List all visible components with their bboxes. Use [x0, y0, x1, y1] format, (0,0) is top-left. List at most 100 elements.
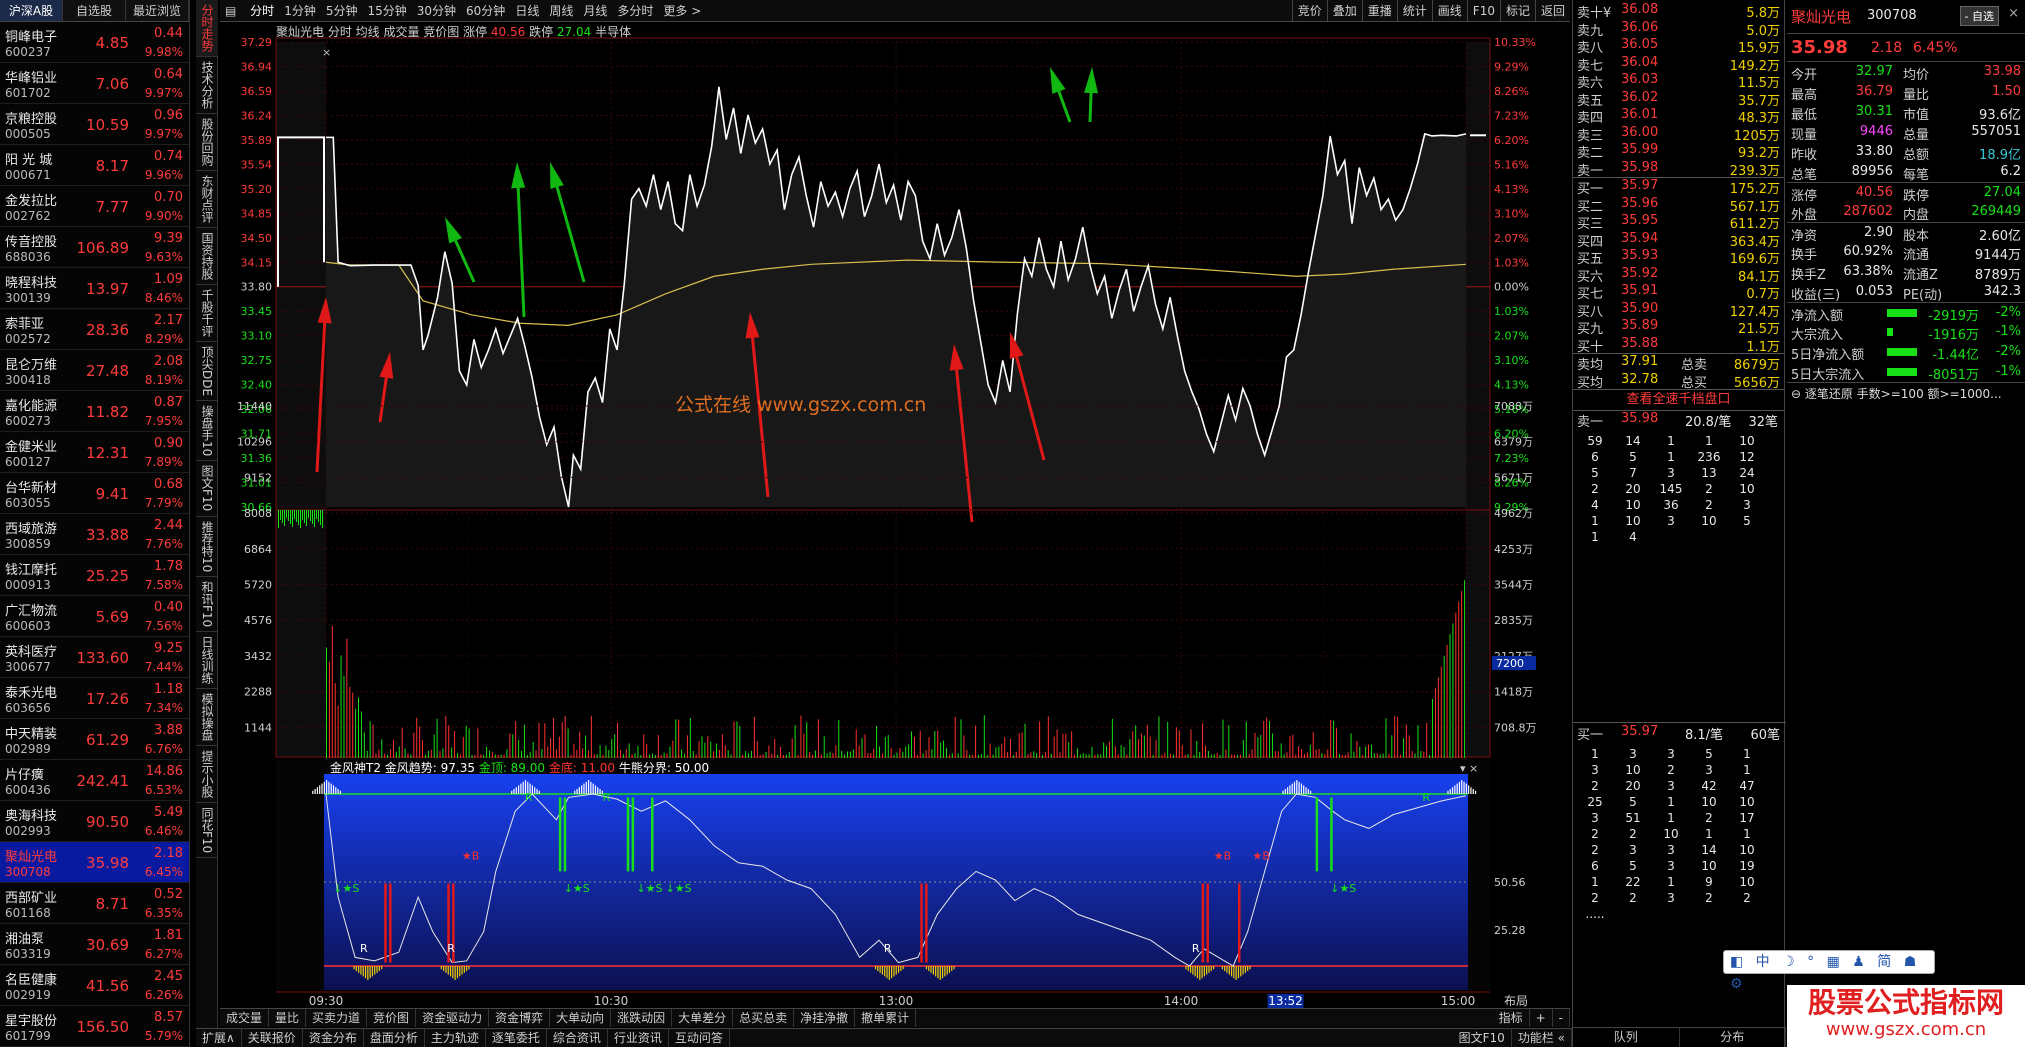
- full-depth-link[interactable]: 查看全速千档盘口: [1573, 390, 1784, 410]
- stock-row[interactable]: 钱江摩托 000913 25.25 1.78 7.58%: [0, 555, 189, 596]
- toolbar-button[interactable]: 叠加: [1326, 0, 1362, 22]
- subchart-tab[interactable]: 竞价图: [367, 1009, 417, 1027]
- vtab[interactable]: 日线训练: [196, 632, 218, 689]
- bid-level[interactable]: 买九 35.89 21.5万: [1573, 318, 1784, 337]
- stock-row[interactable]: 台华新材 603055 9.41 0.68 7.79%: [0, 473, 189, 514]
- vtab[interactable]: 国资持股: [196, 228, 218, 285]
- stock-row[interactable]: 晓程科技 300139 13.97 1.09 8.46%: [0, 268, 189, 309]
- stock-row[interactable]: 星宇股份 601799 156.50 8.57 5.79%: [0, 1006, 189, 1047]
- close-icon[interactable]: ×: [2008, 6, 2019, 21]
- footer-tab[interactable]: 盘面分析: [364, 1029, 425, 1047]
- vtab[interactable]: 推荐特10: [196, 517, 218, 577]
- bid-level[interactable]: 买三 35.95 611.2万: [1573, 213, 1784, 232]
- footer-right-tab[interactable]: 图文F10: [1453, 1029, 1512, 1047]
- ask-level[interactable]: 卖七 36.04 149.2万: [1573, 55, 1784, 74]
- subchart-tab[interactable]: 量比: [269, 1009, 307, 1027]
- subchart-tab[interactable]: 撤单累计: [855, 1009, 917, 1027]
- stock-row[interactable]: 片仔癀 600436 242.41 14.86 6.53%: [0, 760, 189, 801]
- stock-row[interactable]: 名臣健康 002919 41.56 2.45 6.26%: [0, 965, 189, 1006]
- vtab[interactable]: 股份回购: [196, 114, 218, 171]
- vtab[interactable]: 分时走势: [196, 0, 218, 57]
- bid-level[interactable]: 买八 35.90 127.4万: [1573, 301, 1784, 320]
- stock-row[interactable]: 金发拉比 002762 7.77 0.70 9.90%: [0, 186, 189, 227]
- bid-level[interactable]: 买四 35.94 363.4万: [1573, 231, 1784, 250]
- bid-level[interactable]: 买十 35.88 1.1万: [1573, 336, 1784, 355]
- toolbar-button[interactable]: 竞价: [1291, 0, 1327, 22]
- vtab[interactable]: 操盘手10: [196, 401, 218, 462]
- toolbar-button[interactable]: 统计: [1396, 0, 1432, 22]
- footer-tab[interactable]: 关联报价: [242, 1029, 303, 1047]
- subchart-tab[interactable]: 大单动向: [550, 1009, 612, 1027]
- stock-row[interactable]: 京粮控股 000505 10.59 0.96 9.97%: [0, 104, 189, 145]
- period-tab[interactable]: 5分钟: [321, 0, 363, 22]
- stock-row[interactable]: 华峰铝业 601702 7.06 0.64 9.97%: [0, 63, 189, 104]
- vtab[interactable]: 东财点评: [196, 171, 218, 228]
- vtab[interactable]: 模拟操盘: [196, 689, 218, 746]
- period-tab[interactable]: 60分钟: [461, 0, 510, 22]
- stock-row[interactable]: 嘉化能源 600273 11.82 0.87 7.95%: [0, 391, 189, 432]
- period-tab[interactable]: 多分时: [612, 0, 658, 22]
- ask-level[interactable]: 卖六 36.03 11.5万: [1573, 72, 1784, 91]
- ask-level[interactable]: 卖五 36.02 35.7万: [1573, 90, 1784, 109]
- subchart-tab[interactable]: 成交量: [220, 1009, 270, 1027]
- tab-queue[interactable]: 队列: [1573, 1028, 1680, 1047]
- period-tab[interactable]: 更多 >: [658, 0, 706, 22]
- footer-right-tab[interactable]: 功能栏 «: [1512, 1029, 1572, 1047]
- subchart-control[interactable]: 指标: [1493, 1009, 1530, 1027]
- period-tab[interactable]: 15分钟: [362, 0, 411, 22]
- ask-level[interactable]: 卖二 35.99 93.2万: [1573, 142, 1784, 161]
- ask-level[interactable]: 卖一 35.98 239.3万: [1573, 160, 1784, 179]
- stock-row[interactable]: 阳 光 城 000671 8.17 0.74 9.96%: [0, 145, 189, 186]
- vtab[interactable]: 图文F10: [196, 461, 218, 517]
- tab-recent[interactable]: 最近浏览: [126, 0, 189, 21]
- toolbar-button[interactable]: 重播: [1361, 0, 1397, 22]
- subchart-tab[interactable]: 大单差分: [672, 1009, 734, 1027]
- stock-row[interactable]: 金健米业 600127 12.31 0.90 7.89%: [0, 432, 189, 473]
- tab-shenzhen-shanghai-a[interactable]: 沪深A股: [0, 0, 63, 21]
- bid-level[interactable]: 买七 35.91 0.7万: [1573, 283, 1784, 302]
- indicator-menu-icon[interactable]: ▾ ×: [1460, 762, 1478, 775]
- toolbar-button[interactable]: 画线: [1431, 0, 1467, 22]
- period-tab[interactable]: 周线: [544, 0, 578, 22]
- footer-tab[interactable]: 综合资讯: [547, 1029, 608, 1047]
- close-icon[interactable]: ×: [322, 46, 331, 59]
- period-tab[interactable]: 30分钟: [412, 0, 461, 22]
- bid-level[interactable]: 买六 35.92 84.1万: [1573, 266, 1784, 285]
- bid-level[interactable]: 买五 35.93 169.6万: [1573, 248, 1784, 267]
- subchart-tab[interactable]: 净挂净撤: [794, 1009, 856, 1027]
- bid-level[interactable]: 买二 35.96 567.1万: [1573, 196, 1784, 215]
- footer-tab[interactable]: 行业资讯: [608, 1029, 669, 1047]
- footer-tab[interactable]: 互动问答: [669, 1029, 730, 1047]
- vtab[interactable]: 千股千评: [196, 285, 218, 342]
- stock-row[interactable]: 索菲亚 002572 28.36 2.17 8.29%: [0, 309, 189, 350]
- ask-level[interactable]: 卖十¥ 36.08 5.8万: [1573, 2, 1784, 21]
- footer-tab[interactable]: 资金分布: [303, 1029, 364, 1047]
- tick-filter-bar[interactable]: ⊖ 逐笔还原 手数>=100 额>=1000...: [1787, 382, 2025, 402]
- ask-level[interactable]: 卖八 36.05 15.9万: [1573, 37, 1784, 56]
- tab-distribution[interactable]: 分布: [1680, 1028, 1786, 1047]
- footer-tab[interactable]: 扩展∧: [196, 1029, 242, 1047]
- stock-row[interactable]: 昆仑万维 300418 27.48 2.08 8.19%: [0, 350, 189, 391]
- stock-row[interactable]: 中天精装 002989 61.29 3.88 6.76%: [0, 719, 189, 760]
- menu-icon[interactable]: ▤: [220, 0, 241, 22]
- tab-watchlist[interactable]: 自选股: [63, 0, 126, 21]
- ime-toolbar[interactable]: ◧ 中 ☽ ° ▦ ♟ 简 ☗ ⚙: [1723, 950, 1935, 992]
- vtab[interactable]: 提示小股: [196, 746, 218, 803]
- period-tab[interactable]: 分时: [245, 0, 279, 22]
- subchart-tab[interactable]: 涨跌动因: [611, 1009, 673, 1027]
- vtab[interactable]: 顶尖DDE: [196, 342, 218, 402]
- stock-row[interactable]: 英科医疗 300677 133.60 9.25 7.44%: [0, 637, 189, 678]
- stock-row[interactable]: 聚灿光电 300708 35.98 2.18 6.45%: [0, 842, 189, 883]
- subchart-control[interactable]: -: [1553, 1009, 1570, 1027]
- vtab[interactable]: 技术分析: [196, 57, 218, 114]
- layout-button[interactable]: 布局: [1504, 994, 1528, 1008]
- subchart-control[interactable]: +: [1530, 1009, 1553, 1027]
- period-tab[interactable]: 日线: [510, 0, 544, 22]
- subchart-tab[interactable]: 总买总卖: [733, 1009, 795, 1027]
- subchart-tab[interactable]: 资金博弈: [489, 1009, 551, 1027]
- stock-row[interactable]: 西域旅游 300859 33.88 2.44 7.76%: [0, 514, 189, 555]
- period-tab[interactable]: 月线: [578, 0, 612, 22]
- toolbar-button[interactable]: F10: [1466, 0, 1500, 22]
- stock-row[interactable]: 湘油泵 603319 30.69 1.81 6.27%: [0, 924, 189, 965]
- stock-row[interactable]: 西部矿业 601168 8.71 0.52 6.35%: [0, 883, 189, 924]
